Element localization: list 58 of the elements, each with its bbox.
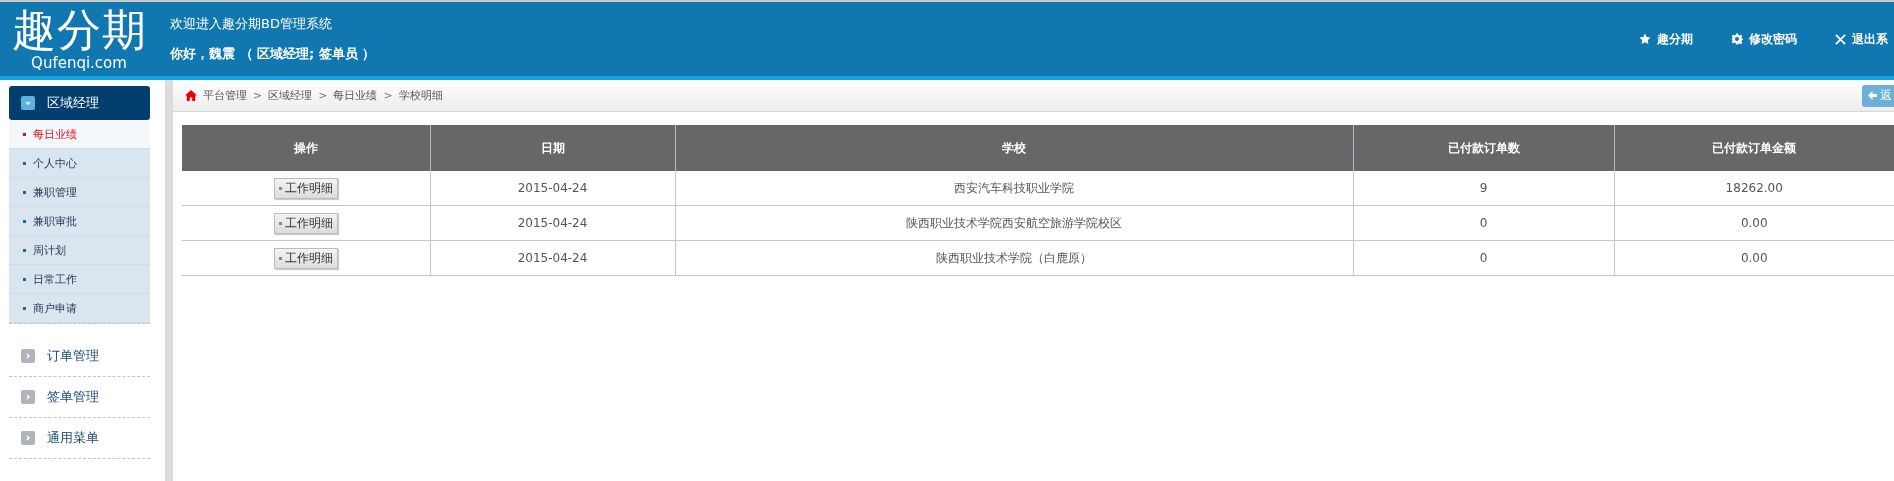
bullet-icon: [23, 248, 26, 252]
sidebar-group[interactable]: 区域经理: [9, 86, 150, 120]
separator-text: >: [383, 89, 393, 102]
table-cell: 陕西职业技术学院西安航空旅游学院校区: [675, 205, 1353, 241]
table-cell: 9: [1353, 171, 1614, 206]
column-header: 学校: [675, 125, 1353, 171]
separator-text: >: [253, 89, 263, 102]
sidebar-group[interactable]: 通用菜单: [9, 418, 150, 459]
column-header: 日期: [430, 125, 675, 171]
separator-text: >: [318, 89, 328, 102]
breadcrumb-link[interactable]: 区域经理: [268, 88, 313, 103]
breadcrumb-link[interactable]: 每日业绩: [333, 88, 378, 103]
bullet-icon: [23, 277, 26, 281]
detail-button[interactable]: 工作明细: [273, 212, 338, 234]
table-cell: 陕西职业技术学院（白鹿原）: [675, 240, 1353, 276]
column-header: 已付款订单金额: [1614, 125, 1894, 171]
welcome-text: 欢迎进入趣分期BD管理系统: [170, 15, 333, 33]
home-icon: [185, 90, 197, 101]
nav-link[interactable]: 趣分期: [1639, 30, 1693, 48]
sidebar-group[interactable]: 签单管理: [9, 377, 150, 418]
arrow-left-icon: [1868, 91, 1877, 100]
bullet-icon: [278, 256, 282, 260]
bullet-icon: [23, 132, 26, 136]
bullet-icon: [278, 186, 282, 190]
detail-button[interactable]: 工作明细: [273, 247, 338, 269]
chevron-down-icon: [21, 96, 35, 110]
table-cell: 0: [1353, 205, 1614, 241]
sidebar-item[interactable]: 每日业绩: [9, 120, 150, 149]
chevron-right-icon: [21, 390, 35, 404]
greeting-text: 你好，魏震 （ 区域经理; 签单员 ）: [170, 45, 376, 63]
table-cell: 2015-04-24: [430, 240, 675, 276]
bullet-icon: [23, 219, 26, 223]
table-cell: 2015-04-24: [430, 205, 675, 241]
chevron-right-icon: [21, 431, 35, 445]
bullet-icon: [23, 190, 26, 194]
star-icon: [1639, 33, 1651, 45]
table-cell: 西安汽车科技职业学院: [675, 171, 1353, 206]
detail-button[interactable]: 工作明细: [273, 177, 338, 199]
chevron-right-icon: [21, 349, 35, 363]
table-cell: 0.00: [1614, 240, 1894, 276]
settings-icon: [1731, 33, 1743, 45]
column-header: 操作: [182, 125, 430, 171]
column-header: 已付款订单数: [1353, 125, 1614, 171]
sidebar-group[interactable]: 订单管理: [9, 336, 150, 377]
nav-link[interactable]: 退出系: [1835, 30, 1888, 48]
logo-subtitle: Qufenqi.com: [31, 54, 127, 72]
table-cell: 0.00: [1614, 205, 1894, 241]
table-cell: 18262.00: [1614, 171, 1894, 206]
close-icon: [1835, 33, 1846, 45]
table-cell: 0: [1353, 240, 1614, 276]
nav-link[interactable]: 修改密码: [1731, 30, 1797, 48]
bullet-icon: [23, 161, 26, 165]
breadcrumb-link[interactable]: 平台管理: [203, 88, 247, 103]
table-cell: 2015-04-24: [430, 171, 675, 206]
bullet-icon: [278, 221, 282, 225]
logo-title: 趣分期: [11, 6, 147, 54]
bullet-icon: [23, 306, 26, 310]
breadcrumb-link[interactable]: 学校明细: [398, 88, 443, 103]
